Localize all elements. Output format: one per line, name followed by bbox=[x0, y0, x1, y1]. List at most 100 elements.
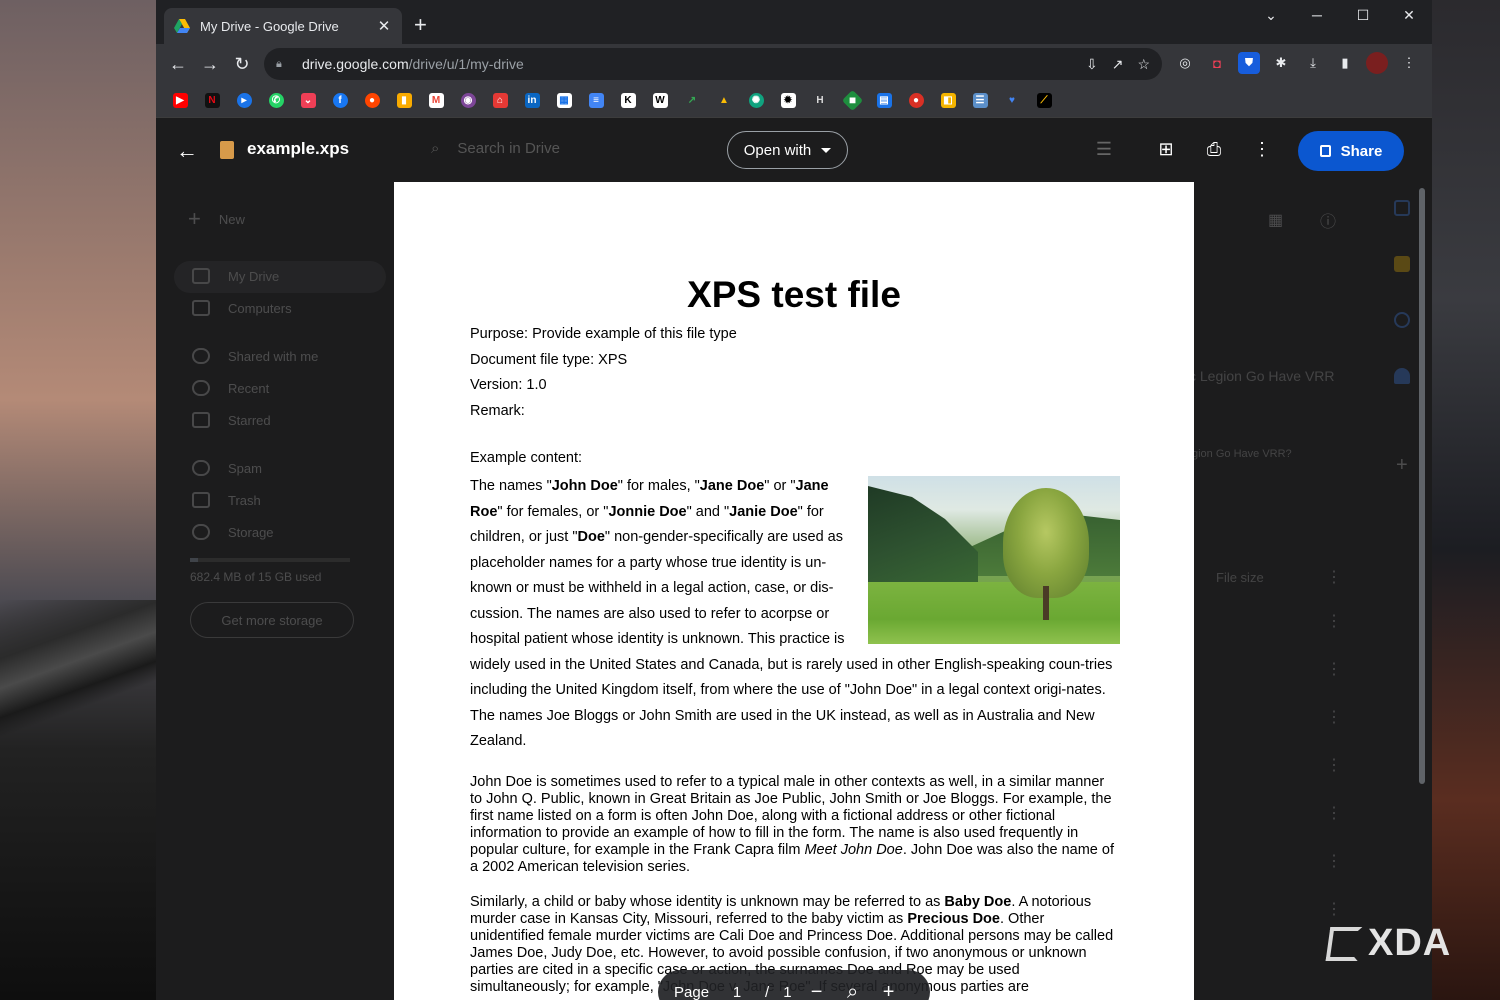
new-tab-icon[interactable]: + bbox=[414, 14, 427, 36]
meta-line: Purpose: Provide example of this file ty… bbox=[470, 326, 737, 342]
cube-bookmark-icon[interactable]: ◧ bbox=[936, 89, 960, 113]
share-button[interactable]: Share bbox=[1298, 131, 1404, 171]
viewer-header: ← example.xps ⌕ Search in Drive Open with… bbox=[156, 118, 1432, 182]
get-more-storage-button: Get more storage bbox=[190, 602, 354, 638]
tab-title: My Drive - Google Drive bbox=[200, 18, 339, 34]
page-number-input[interactable]: 1 bbox=[723, 984, 751, 1000]
docs-bookmark-icon[interactable]: ≡ bbox=[584, 89, 608, 113]
gear-bookmark-icon[interactable]: ✹ bbox=[776, 89, 800, 113]
search-drive-dimmed: ⌕ Search in Drive bbox=[431, 140, 560, 157]
tab-google-drive[interactable]: My Drive - Google Drive ✕ bbox=[164, 8, 402, 44]
media-bookmark-icon[interactable]: ▸ bbox=[232, 89, 256, 113]
whatsapp-bookmark-icon[interactable]: ✆ bbox=[264, 89, 288, 113]
zoom-out-icon[interactable]: − bbox=[806, 981, 828, 1000]
tab-strip: My Drive - Google Drive ✕ + ⌄ ─ ☐ ✕ bbox=[156, 0, 1432, 44]
zoom-in-icon[interactable]: + bbox=[878, 981, 900, 1000]
drive-file-viewer: + New My Drive Computers Shared with me R… bbox=[156, 118, 1432, 1000]
watermark-text: XDA bbox=[1368, 922, 1452, 964]
profile-avatar[interactable] bbox=[1366, 52, 1388, 74]
new-button: + New bbox=[188, 206, 245, 231]
wikipedia-bookmark-icon[interactable]: W bbox=[648, 89, 672, 113]
address-bar[interactable]: 🔒︎ drive.google.com/drive/u/1/my-drive ⇩… bbox=[264, 48, 1162, 80]
share-page-icon[interactable]: ↗ bbox=[1112, 56, 1124, 73]
arrow-bookmark-icon[interactable]: ↗ bbox=[680, 89, 704, 113]
bookmark-star-icon[interactable]: ☆ bbox=[1137, 56, 1150, 73]
chart-bookmark-icon[interactable]: ⟋ bbox=[1032, 89, 1056, 113]
close-viewer-back-icon[interactable]: ← bbox=[176, 138, 198, 164]
onion-bookmark-icon[interactable]: ◉ bbox=[456, 89, 480, 113]
side-app-icon bbox=[1394, 200, 1410, 216]
reddit-bookmark-icon[interactable]: ● bbox=[360, 89, 384, 113]
more-icon: ⋮ bbox=[1326, 757, 1342, 774]
open-with-button[interactable]: Open with bbox=[727, 131, 848, 169]
more-icon: ⋮ bbox=[1326, 709, 1342, 726]
add-side-icon: + bbox=[1396, 454, 1408, 476]
nav-recent: Recent bbox=[192, 380, 269, 396]
file-size-header: File size bbox=[1216, 570, 1264, 585]
document-title: XPS test file bbox=[687, 274, 901, 315]
xda-watermark: XDA bbox=[1325, 922, 1452, 965]
maximize-icon[interactable]: ☐ bbox=[1340, 0, 1386, 30]
linkedin-bookmark-icon[interactable]: in bbox=[520, 89, 544, 113]
right-panel-subtitle: gion Go Have VRR? bbox=[1192, 448, 1292, 460]
drive-bookmark-icon[interactable]: ▲ bbox=[712, 89, 736, 113]
google-drive-icon bbox=[174, 19, 190, 33]
close-tab-icon[interactable]: ✕ bbox=[376, 17, 392, 35]
nav-computers: Computers bbox=[192, 300, 292, 316]
chatgpt-bookmark-icon[interactable]: ✺ bbox=[744, 89, 768, 113]
forward-icon[interactable]: → bbox=[194, 48, 226, 80]
pocket-extension-icon[interactable]: ◘ bbox=[1206, 52, 1228, 74]
wallpaper-train bbox=[0, 600, 156, 740]
store-bookmark-icon[interactable]: ⌂ bbox=[488, 89, 512, 113]
h-bookmark-icon[interactable]: H bbox=[808, 89, 832, 113]
print-icon[interactable]: ⎙ bbox=[1201, 136, 1227, 162]
tab-search-icon[interactable]: ⌄ bbox=[1248, 0, 1294, 30]
right-panel-title: c Legion Go Have VRR bbox=[1189, 368, 1335, 384]
lock-icon: 🔒︎ bbox=[276, 57, 282, 70]
url-text: drive.google.com/drive/u/1/my-drive bbox=[302, 56, 524, 72]
minimize-icon[interactable]: ─ bbox=[1294, 0, 1340, 30]
reload-icon[interactable]: ↻ bbox=[226, 48, 258, 80]
install-app-icon[interactable]: ⇩ bbox=[1086, 56, 1098, 73]
red-circle-bookmark-icon[interactable]: ● bbox=[904, 89, 928, 113]
zoom-icon[interactable]: ⌕ bbox=[842, 981, 864, 1000]
more-icon: ⋮ bbox=[1326, 661, 1342, 678]
browser-toolbar: ← → ↻ 🔒︎ drive.google.com/drive/u/1/my-d… bbox=[156, 44, 1432, 84]
page-separator: / bbox=[765, 983, 770, 1000]
pocket-bookmark-icon[interactable]: ⌄ bbox=[296, 89, 320, 113]
extensions-area: ◎ ◘ ⛊ ✱ ⤓ ▮ ⋮ bbox=[1174, 52, 1420, 74]
add-comment-icon[interactable]: ⊞ bbox=[1153, 136, 1179, 162]
bitwarden-extension-icon[interactable]: ⛊ bbox=[1238, 52, 1260, 74]
reader-extension-icon[interactable]: ◎ bbox=[1174, 52, 1196, 74]
bookmarks-bar: ▶ N ▸ ✆ ⌄ f ● ▮ M ◉ ⌂ in ▦ ≡ K W ↗ ▲ ✺ ✹… bbox=[156, 84, 1432, 118]
contacts-side-icon bbox=[1394, 368, 1410, 384]
heart-bookmark-icon[interactable]: ♥ bbox=[1000, 89, 1024, 113]
more-icon: ⋮ bbox=[1326, 805, 1342, 822]
extensions-puzzle-icon[interactable]: ✱ bbox=[1270, 52, 1292, 74]
back-icon[interactable]: ← bbox=[162, 48, 194, 80]
browser-window: My Drive - Google Drive ✕ + ⌄ ─ ☐ ✕ ← → … bbox=[156, 0, 1432, 1000]
notes-bookmark-icon[interactable]: ☰ bbox=[968, 89, 992, 113]
calendar-bookmark-icon[interactable]: ▦ bbox=[552, 89, 576, 113]
side-panel-icon[interactable]: ▮ bbox=[1334, 52, 1356, 74]
viewer-scrollbar[interactable] bbox=[1419, 188, 1425, 784]
meta-line: Version: 1.0 bbox=[470, 377, 547, 393]
more-actions-icon[interactable]: ⋮ bbox=[1249, 136, 1275, 162]
youtube-bookmark-icon[interactable]: ▶ bbox=[168, 89, 192, 113]
chrome-menu-icon[interactable]: ⋮ bbox=[1398, 52, 1420, 74]
kc-bookmark-icon[interactable]: K bbox=[616, 89, 640, 113]
diamond-bookmark-icon[interactable]: ◆ bbox=[840, 89, 864, 113]
analytics-bookmark-icon[interactable]: ▮ bbox=[392, 89, 416, 113]
more-icon: ⋮ bbox=[1326, 853, 1342, 870]
meta-line: Document file type: XPS bbox=[470, 351, 628, 368]
close-window-icon[interactable]: ✕ bbox=[1386, 0, 1432, 30]
chat-bookmark-icon[interactable]: ▤ bbox=[872, 89, 896, 113]
chevron-down-icon bbox=[821, 147, 832, 153]
facebook-bookmark-icon[interactable]: f bbox=[328, 89, 352, 113]
info-icon: ⓘ bbox=[1320, 214, 1337, 231]
downloads-icon[interactable]: ⤓ bbox=[1302, 52, 1324, 74]
gmail-bookmark-icon[interactable]: M bbox=[424, 89, 448, 113]
netflix-bookmark-icon[interactable]: N bbox=[200, 89, 224, 113]
nav-spam: Spam bbox=[192, 460, 262, 476]
paragraph-2: John Doe is sometimes used to refer to a… bbox=[470, 774, 1114, 875]
